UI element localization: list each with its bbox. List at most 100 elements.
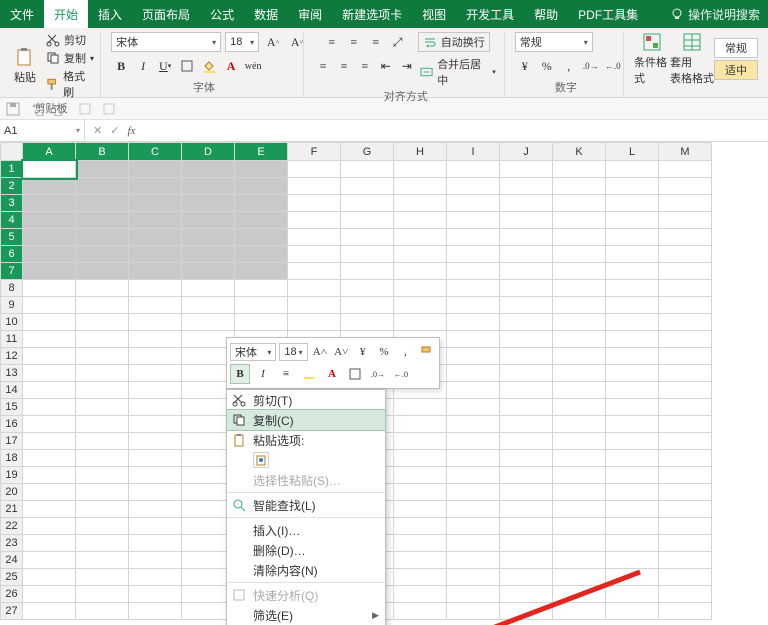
cell[interactable]: [394, 399, 447, 416]
cell[interactable]: [659, 314, 712, 331]
cell[interactable]: [129, 552, 182, 569]
cell[interactable]: [553, 399, 606, 416]
cell[interactable]: [606, 297, 659, 314]
cell[interactable]: [500, 229, 553, 246]
cell[interactable]: [23, 586, 76, 603]
cell[interactable]: [394, 501, 447, 518]
cell[interactable]: [394, 280, 447, 297]
row-header[interactable]: 23: [1, 535, 23, 552]
cell[interactable]: [182, 314, 235, 331]
cell[interactable]: [341, 178, 394, 195]
cell[interactable]: [553, 195, 606, 212]
cell[interactable]: [182, 229, 235, 246]
cell[interactable]: [500, 433, 553, 450]
cell[interactable]: [288, 195, 341, 212]
font-name-select[interactable]: 宋体▾: [111, 32, 221, 52]
cell[interactable]: [553, 569, 606, 586]
cell[interactable]: [606, 229, 659, 246]
cell[interactable]: [182, 246, 235, 263]
cell[interactable]: [23, 450, 76, 467]
cell[interactable]: [553, 416, 606, 433]
redo-icon[interactable]: [54, 102, 68, 116]
mini-font-select[interactable]: 宋体▾: [230, 343, 276, 361]
cell[interactable]: [553, 178, 606, 195]
cell[interactable]: [659, 382, 712, 399]
cell[interactable]: [235, 314, 288, 331]
cell[interactable]: [606, 450, 659, 467]
cell[interactable]: [76, 399, 129, 416]
mini-border[interactable]: [345, 364, 365, 384]
percent-format-button[interactable]: %: [537, 56, 557, 76]
cell[interactable]: [500, 195, 553, 212]
cell[interactable]: [659, 535, 712, 552]
tab-developer[interactable]: 开发工具: [456, 0, 524, 28]
cell[interactable]: [288, 297, 341, 314]
cell[interactable]: [76, 314, 129, 331]
cell[interactable]: [447, 229, 500, 246]
cell[interactable]: [76, 212, 129, 229]
cell[interactable]: [553, 229, 606, 246]
cell[interactable]: [288, 314, 341, 331]
cell[interactable]: [23, 416, 76, 433]
cell[interactable]: [76, 603, 129, 620]
align-bottom-button[interactable]: ≡: [366, 32, 386, 52]
cell[interactable]: [500, 212, 553, 229]
font-color-button[interactable]: A: [221, 56, 241, 76]
cell[interactable]: [235, 178, 288, 195]
cell[interactable]: [447, 552, 500, 569]
tab-file[interactable]: 文件: [0, 0, 44, 28]
cell[interactable]: [394, 603, 447, 620]
cell[interactable]: [553, 552, 606, 569]
increase-decimal-button[interactable]: .0→: [581, 56, 601, 76]
cell[interactable]: [129, 433, 182, 450]
col-header[interactable]: G: [341, 143, 394, 161]
cell[interactable]: [447, 501, 500, 518]
cell[interactable]: [394, 484, 447, 501]
cell[interactable]: [76, 263, 129, 280]
row-header[interactable]: 22: [1, 518, 23, 535]
number-format-select[interactable]: 常规▾: [515, 32, 593, 52]
cell[interactable]: [553, 467, 606, 484]
mini-comma[interactable]: ,: [396, 342, 414, 362]
cell[interactable]: [606, 348, 659, 365]
cell[interactable]: [76, 195, 129, 212]
mini-inc-decimal[interactable]: .0→: [368, 364, 388, 384]
cell[interactable]: [447, 195, 500, 212]
cell[interactable]: [659, 450, 712, 467]
cell[interactable]: [447, 467, 500, 484]
cell[interactable]: [76, 586, 129, 603]
cell[interactable]: [76, 280, 129, 297]
cell[interactable]: [659, 229, 712, 246]
col-header[interactable]: D: [182, 143, 235, 161]
cell[interactable]: [447, 161, 500, 178]
col-header[interactable]: B: [76, 143, 129, 161]
mini-italic[interactable]: I: [253, 364, 273, 384]
ctx-paste-default[interactable]: [227, 450, 385, 470]
cell[interactable]: [394, 178, 447, 195]
cell[interactable]: [23, 161, 76, 178]
col-header[interactable]: J: [500, 143, 553, 161]
cell[interactable]: [659, 399, 712, 416]
cell[interactable]: [129, 399, 182, 416]
cell[interactable]: [129, 348, 182, 365]
cell[interactable]: [606, 552, 659, 569]
cell[interactable]: [129, 297, 182, 314]
qat-slot-icon[interactable]: [102, 102, 116, 116]
cut-button[interactable]: 剪切: [46, 32, 94, 48]
cell[interactable]: [129, 314, 182, 331]
cell[interactable]: [76, 161, 129, 178]
tab-pdf-tools[interactable]: PDF工具集: [568, 0, 648, 28]
cell[interactable]: [341, 280, 394, 297]
cell[interactable]: [447, 484, 500, 501]
cell[interactable]: [341, 161, 394, 178]
cell[interactable]: [76, 178, 129, 195]
cell[interactable]: [76, 416, 129, 433]
cell[interactable]: [659, 212, 712, 229]
cancel-formula-icon[interactable]: ✕: [93, 124, 102, 137]
qat-slot-icon[interactable]: [78, 102, 92, 116]
tab-home[interactable]: 开始: [44, 0, 88, 28]
cell[interactable]: [394, 212, 447, 229]
formula-input[interactable]: [143, 120, 768, 141]
cell[interactable]: [447, 246, 500, 263]
tab-formulas[interactable]: 公式: [200, 0, 244, 28]
